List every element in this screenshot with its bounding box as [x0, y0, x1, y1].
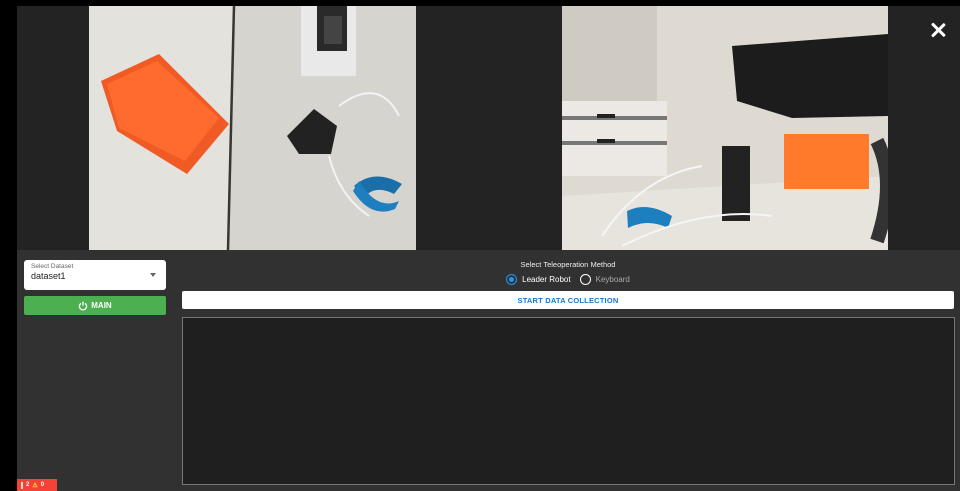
app-window: Select Dataset dataset1 MAIN Select Tele… [17, 6, 960, 491]
radio-button-unchecked[interactable] [579, 274, 591, 285]
error-count: 2 [26, 482, 30, 488]
start-data-collection-button[interactable]: START DATA COLLECTION [182, 291, 954, 309]
radio-keyboard[interactable]: Keyboard [579, 274, 630, 285]
left-camera-image [89, 6, 416, 250]
teleoperation-radio-group: Leader Robot Keyboard [182, 274, 954, 285]
radio-button-checked[interactable] [506, 274, 518, 285]
main-button-label: MAIN [91, 301, 112, 310]
warning-icon: ⚠ [32, 482, 38, 489]
left-camera-feed [89, 6, 416, 250]
error-icon [21, 481, 23, 489]
control-panel: Select Dataset dataset1 MAIN Select Tele… [17, 250, 960, 491]
close-icon[interactable] [928, 20, 948, 40]
main-button[interactable]: MAIN [24, 296, 166, 315]
dataset-select-label: Select Dataset [31, 263, 74, 270]
right-camera-image [562, 6, 888, 250]
radio-keyboard-label: Keyboard [595, 275, 630, 284]
dataset-select[interactable]: Select Dataset dataset1 [24, 260, 166, 290]
log-output-area[interactable] [182, 317, 955, 485]
warning-count: 0 [40, 482, 45, 488]
dataset-select-value: dataset1 [31, 271, 66, 281]
teleoperation-title: Select Teleoperation Method [520, 260, 616, 269]
radio-leader-robot[interactable]: Leader Robot [506, 274, 571, 285]
error-status-badge[interactable]: 2 ⚠ 0 [17, 479, 57, 491]
chevron-down-icon [150, 273, 156, 277]
radio-leader-robot-label: Leader Robot [522, 275, 571, 284]
power-icon [79, 301, 88, 311]
right-camera-feed [562, 6, 888, 250]
